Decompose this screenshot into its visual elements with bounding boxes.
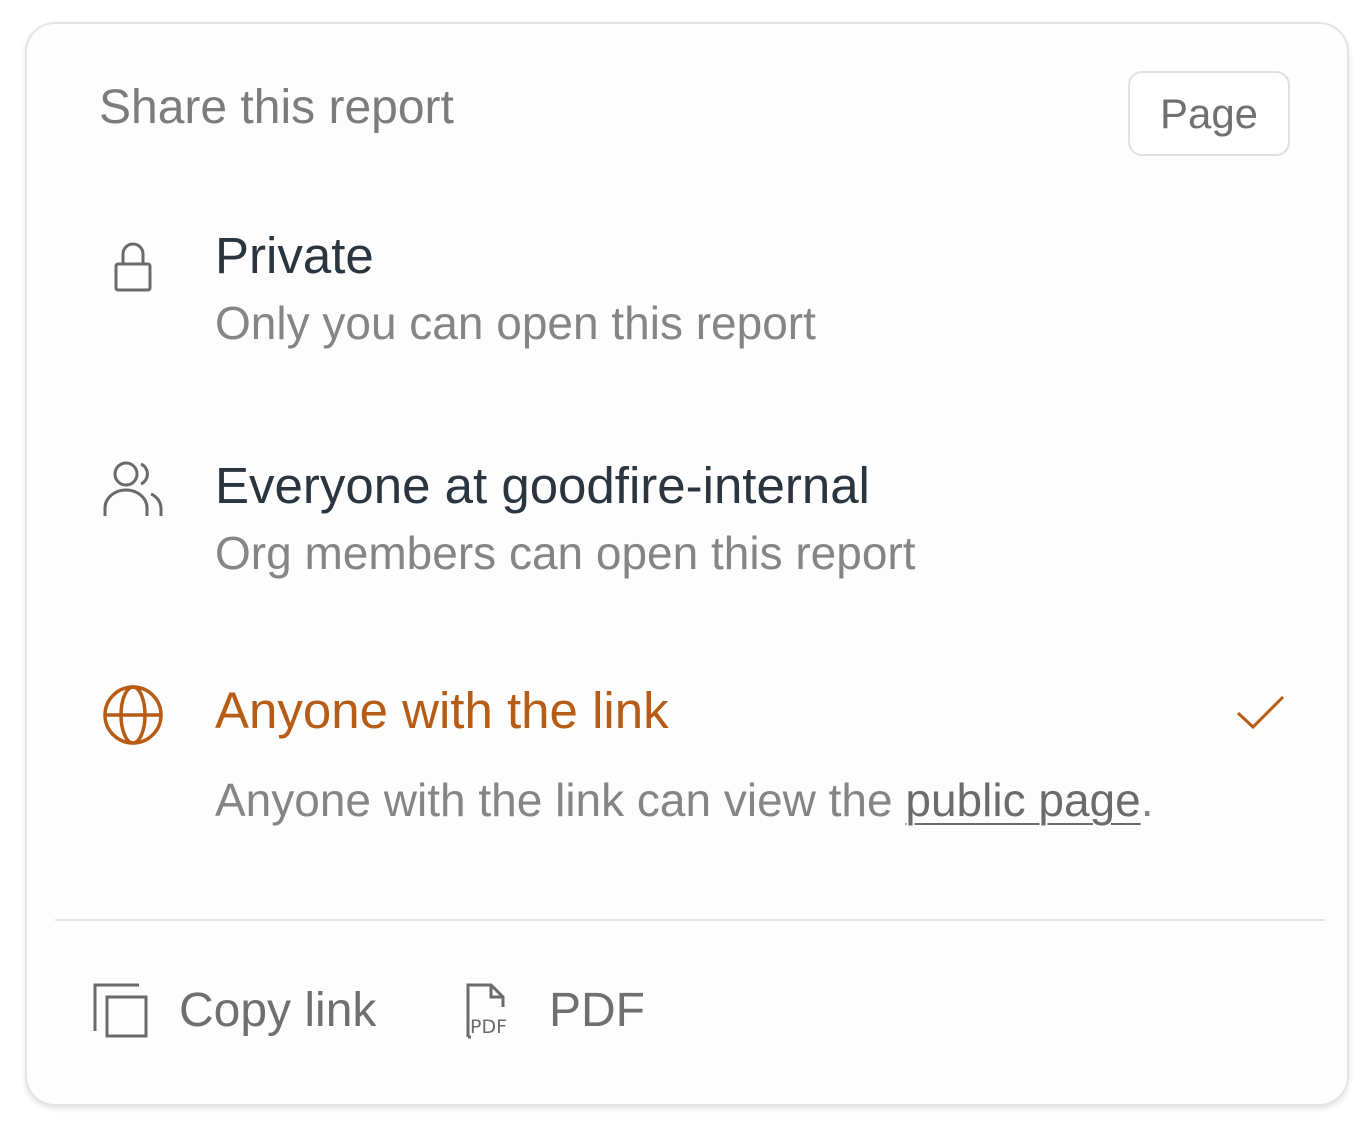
share-option-org[interactable]: Everyone at goodfire-internal Org member… xyxy=(27,442,1347,592)
dialog-title: Share this report xyxy=(99,81,454,134)
globe-icon xyxy=(103,685,163,745)
share-dialog: Share this report Page Private Only you … xyxy=(25,22,1349,1106)
description-punctuation: . xyxy=(1140,774,1154,826)
divider xyxy=(55,919,1325,921)
option-title: Private xyxy=(215,227,374,284)
share-option-public[interactable]: Anyone with the link Anyone with the lin… xyxy=(27,669,1347,839)
pdf-label: PDF xyxy=(549,984,645,1037)
copy-link-label: Copy link xyxy=(179,984,377,1037)
option-description: Only you can open this report xyxy=(215,297,816,349)
page-button[interactable]: Page xyxy=(1128,71,1290,156)
copy-icon xyxy=(93,983,148,1038)
option-description: Org members can open this report xyxy=(215,527,916,579)
option-description: Anyone with the link can view the public… xyxy=(215,777,1153,823)
description-text: Anyone with the link can view the xyxy=(215,774,906,826)
share-option-private[interactable]: Private Only you can open this report xyxy=(27,214,1347,364)
option-title: Anyone with the link xyxy=(215,682,669,739)
checkmark-icon xyxy=(1236,695,1285,730)
pdf-icon-text: PDF xyxy=(470,1016,507,1038)
users-icon xyxy=(103,461,163,516)
pdf-file-icon: PDF xyxy=(466,983,507,1039)
copy-link-button[interactable]: Copy link xyxy=(91,979,376,1043)
option-title: Everyone at goodfire-internal xyxy=(215,457,870,514)
lock-icon xyxy=(114,242,152,292)
public-page-link[interactable]: public page xyxy=(905,774,1140,826)
pdf-button[interactable]: PDF PDF xyxy=(463,979,645,1043)
